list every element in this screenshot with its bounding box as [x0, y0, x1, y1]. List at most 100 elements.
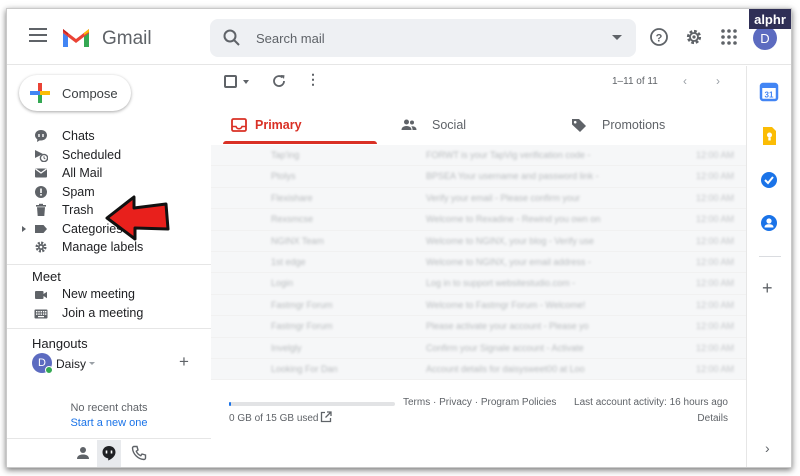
video-camera-icon [35, 291, 47, 299]
hangouts-user-name[interactable]: Daisy [56, 357, 86, 371]
refresh-icon[interactable] [271, 73, 287, 89]
tasks-icon[interactable] [759, 170, 779, 190]
expand-arrow-icon[interactable] [22, 225, 26, 232]
terms-link[interactable]: Terms [403, 397, 430, 408]
hangouts-section-title: Hangouts [32, 336, 88, 351]
row-snippet: Please activate your account - Please yo [426, 321, 589, 332]
gear-icon [35, 241, 47, 253]
storage-text: 0 GB of 15 GB used [229, 413, 319, 424]
calendar-icon[interactable]: 31 [759, 82, 779, 102]
new-chat-plus-icon[interactable]: + [179, 352, 189, 372]
new-meeting-label: New meeting [62, 287, 135, 301]
gmail-logo-icon [63, 29, 89, 47]
message-row[interactable]: Fastmgr Forum Welcome to Fastmgr Forum - … [211, 294, 746, 317]
show-side-panel-chevron-icon[interactable]: › [765, 440, 770, 456]
gmail-window: alphr Gmail ? [6, 8, 792, 468]
keep-notes-icon[interactable] [759, 126, 779, 146]
privacy-link[interactable]: Privacy [439, 397, 472, 408]
row-snippet: Welcome to Rexadine - Rewind you own on [426, 214, 601, 225]
main-menu-icon[interactable] [29, 28, 47, 42]
message-row[interactable]: Flexishare Verify your email - Please con… [211, 187, 746, 210]
message-row[interactable]: Ptolys BPSEA Your username and password l… [211, 166, 746, 188]
sidebar-item-label: Scheduled [62, 147, 122, 162]
message-row[interactable]: Fastmgr Forum Please activate your accoun… [211, 316, 746, 338]
storage-meter [229, 402, 395, 406]
tab-promotions[interactable]: Promotions [557, 106, 737, 144]
sidebar-item-chats[interactable]: Chats [7, 127, 211, 146]
search-options-icon[interactable] [612, 35, 622, 40]
new-meeting-button[interactable]: New meeting [7, 286, 211, 304]
footer-links: Terms · Privacy · Program Policies [403, 397, 556, 408]
account-avatar[interactable]: D [753, 26, 777, 50]
row-sender: Tap'ing [271, 150, 300, 160]
row-snippet: Log in to support websitestudio.com - [426, 278, 576, 289]
active-tab-indicator [223, 141, 377, 144]
side-panel: 31 + › [746, 66, 791, 467]
row-snippet: Welcome to NGINX, your email address - [426, 256, 591, 267]
message-row[interactable]: 1st edge Welcome to NGINX, your email add… [211, 251, 746, 274]
row-sender: Login [271, 278, 294, 289]
settings-gear-icon[interactable] [684, 27, 704, 47]
hangouts-chat-icon[interactable] [101, 445, 117, 461]
sidebar-item-all-mail[interactable]: All Mail [7, 164, 211, 183]
side-panel-divider [759, 256, 781, 257]
storage-meter-fill [229, 402, 231, 406]
contacts-person-icon[interactable] [75, 445, 91, 461]
message-row[interactable]: Invelgly Confirm your Signale account - A… [211, 337, 746, 359]
more-options-icon[interactable]: ⋮ [306, 71, 320, 88]
row-date: 12:00 AM [695, 192, 734, 203]
search-icon[interactable] [222, 28, 242, 48]
open-external-icon[interactable] [320, 411, 332, 423]
keyboard-icon [34, 309, 48, 319]
message-row[interactable]: Login Log in to support websitestudio.com… [211, 273, 746, 295]
sidebar: Compose Chats Scheduled All Mail Spam Tr… [7, 66, 211, 467]
divider [7, 328, 211, 329]
inbox-icon [231, 118, 247, 132]
sidebar-item-label: Spam [62, 184, 95, 199]
svg-text:31: 31 [765, 91, 774, 100]
row-snippet: Account details for daisysweet00 at Loo [426, 363, 585, 374]
get-add-ons-plus-icon[interactable]: + [762, 278, 773, 299]
join-meeting-button[interactable]: Join a meeting [7, 305, 211, 323]
row-sender: NGINX Team [271, 235, 324, 246]
message-row[interactable]: Rexsmcse Welcome to Rexadine - Rewind you… [211, 209, 746, 231]
message-row[interactable]: Tap'ing FORWT is your TapVig verification… [211, 145, 746, 167]
row-date: 12:00 AM [695, 299, 734, 310]
help-icon[interactable]: ? [649, 27, 669, 47]
compose-button[interactable]: Compose [19, 75, 131, 111]
row-date: 12:00 AM [695, 363, 734, 374]
row-snippet: Welcome to NGINX, your blog - Verify use [426, 235, 594, 246]
sidebar-item-label: Trash [62, 203, 94, 218]
tab-social[interactable]: Social [387, 106, 557, 144]
mail-toolbar: ⋮ 1–11 of 11 ‹ › [211, 66, 746, 98]
row-date: 12:00 AM [695, 321, 734, 332]
row-sender: Invelgly [271, 342, 302, 353]
chevron-right-icon[interactable]: › [716, 74, 730, 88]
sidebar-item-scheduled[interactable]: Scheduled [7, 146, 211, 165]
row-date: 12:00 AM [695, 150, 734, 160]
start-new-chat-link[interactable]: Start a new one [7, 417, 211, 429]
search-input[interactable] [256, 28, 586, 48]
message-row[interactable]: NGINX Team Welcome to NGINX, your blog - … [211, 230, 746, 252]
phone-icon[interactable] [131, 445, 147, 461]
search-box[interactable] [210, 19, 636, 57]
link-separator: · [430, 397, 440, 408]
program-policies-link[interactable]: Program Policies [481, 397, 557, 408]
row-date: 12:00 AM [695, 171, 734, 182]
select-options-icon[interactable] [243, 80, 249, 84]
select-all-checkbox[interactable] [224, 75, 237, 88]
message-row[interactable]: Looking For Dan Account details for daisy… [211, 358, 746, 381]
spam-icon [35, 185, 47, 198]
contacts-icon[interactable] [759, 213, 779, 233]
compose-plus-icon [30, 83, 50, 103]
row-sender: 1st edge [271, 256, 306, 267]
chevron-left-icon[interactable]: ‹ [683, 74, 697, 88]
row-date: 12:00 AM [695, 342, 734, 353]
tab-primary[interactable]: Primary [217, 106, 377, 144]
apps-grid-icon[interactable] [719, 27, 739, 47]
status-dropdown-icon[interactable] [89, 362, 95, 365]
details-link[interactable]: Details [697, 413, 728, 424]
row-sender: Rexsmcse [271, 214, 314, 225]
row-date: 12:00 AM [695, 235, 734, 246]
row-date: 12:00 AM [695, 256, 734, 267]
